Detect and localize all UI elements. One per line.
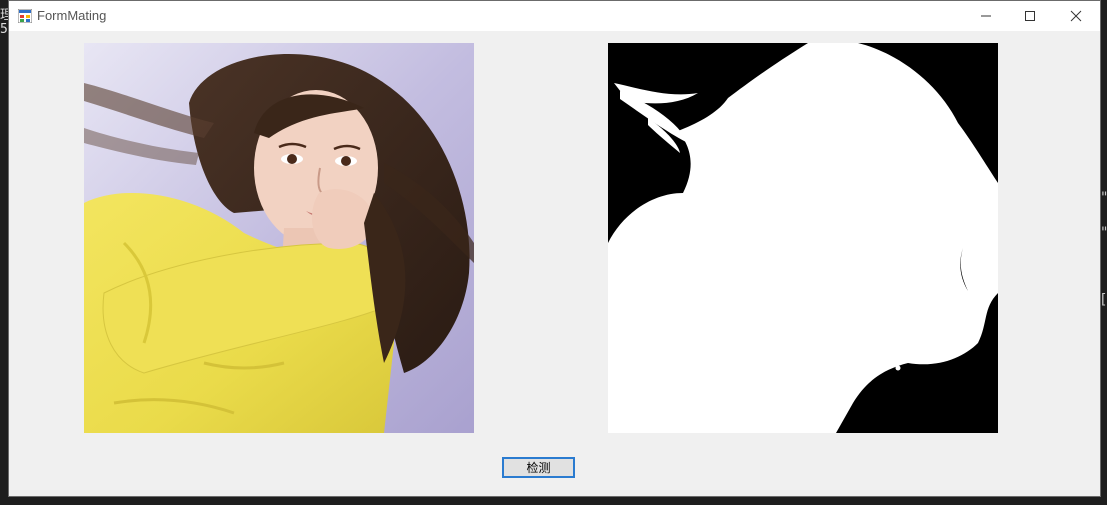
maximize-icon: [1025, 11, 1035, 21]
minimize-button[interactable]: [963, 1, 1009, 31]
title-bar[interactable]: FormMating: [9, 1, 1100, 31]
source-image: [84, 43, 474, 433]
detect-button[interactable]: 检测: [502, 457, 575, 478]
window-title: FormMating: [37, 8, 107, 23]
mask-image: [608, 43, 998, 433]
background-ide-strip: [0, 0, 8, 505]
detect-button-label: 检测: [526, 461, 551, 475]
app-form-icon: [18, 9, 32, 23]
form-window: FormMating 检测: [8, 0, 1101, 497]
portrait-photo: [84, 43, 474, 433]
background-glyph: ": [1100, 225, 1107, 241]
matting-mask: [608, 43, 998, 433]
maximize-button[interactable]: [1007, 1, 1053, 31]
background-glyph: 5: [0, 22, 8, 37]
minimize-icon: [981, 15, 991, 17]
background-glyph: ": [1100, 190, 1107, 206]
close-button[interactable]: [1053, 1, 1099, 31]
close-icon: [1070, 10, 1082, 22]
